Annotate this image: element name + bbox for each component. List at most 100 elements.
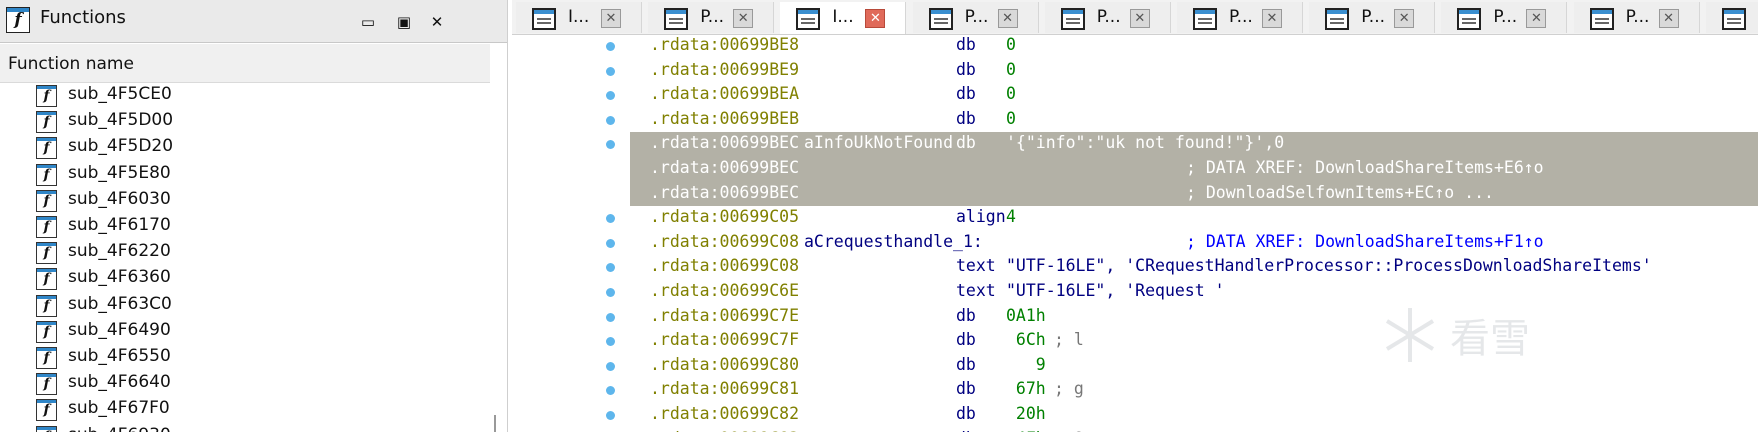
disassembly-line[interactable]: .rdata:00699BEC ; DATA XREF: DownloadShar… [630,158,1758,182]
function-window-icon: f [6,7,30,33]
function-name: sub_4F6930 [68,425,171,432]
disassembly-line[interactable]: .rdata:00699C08 text "UTF-16LE", 'CRequest… [630,256,1758,280]
line-operand: 20h [1006,404,1046,423]
functions-title: Functions [40,7,126,28]
tab-label: P... [1229,7,1253,27]
line-operand: "UTF-16LE", 'Request ' [1006,281,1225,300]
breakpoint-dot-icon[interactable] [606,312,615,322]
disassembly-line[interactable]: .rdata:00699BE9 db 0 [630,60,1758,84]
tab-label: I... [568,7,590,27]
minimize-button[interactable]: ▭ [357,12,379,32]
breakpoint-dot-icon[interactable] [606,66,615,76]
view-tab[interactable]: P... ✕ [1177,2,1303,33]
watermark-text: 看雪 [1450,316,1530,362]
view-tab[interactable]: I... ✕ [516,2,642,33]
line-address: .rdata:00699C08 [650,231,800,251]
function-list-item[interactable]: f sub_4F6930 [0,424,490,432]
disassembly-line[interactable]: .rdata:00699C6E text "UTF-16LE", 'Request … [630,281,1758,305]
disassembly-line[interactable]: .rdata:00699BEC ; DownloadSelfownItems+EC… [630,183,1758,207]
line-label: aCrequesthandle_1: [804,231,983,251]
view-tab[interactable]: P...✕ [1441,2,1568,33]
line-address: .rdata:00699BEC [650,182,800,202]
disassembly-line[interactable]: .rdata:00699C83 db 4Fh ; O [630,429,1758,432]
view-tab[interactable]: P...✕ [1705,2,1758,33]
function-list-item[interactable]: f sub_4F5E80 [0,162,490,187]
view-icon [532,8,556,30]
tab-close-icon[interactable]: ✕ [1394,9,1415,28]
tab-close-icon[interactable]: ✕ [1129,9,1150,28]
view-tab[interactable]: P...✕ [648,2,775,33]
functions-window: f Functions ▭ ▣ ✕ Function name f sub_4F5… [0,0,508,432]
view-tab[interactable]: P...✕ [1309,2,1436,33]
disassembly-line[interactable]: .rdata:00699C08 aCrequesthandle_1: ; DATA … [630,232,1758,256]
line-address: .rdata:00699C80 [650,354,800,374]
disassembly-line[interactable]: .rdata:00699C7E db 0A1h [630,306,1758,330]
breakpoint-dot-icon[interactable] [606,337,615,347]
function-list-item[interactable]: f sub_4F6490 [0,319,490,344]
line-mnemonic: db [956,133,976,153]
disassembly-line[interactable]: .rdata:00699C05 align 4 [630,207,1758,231]
line-address: .rdata:00699BEC [650,158,800,177]
tab-close-icon[interactable]: ✕ [733,9,754,28]
function-icon: f [36,373,57,396]
breakpoint-dot-icon[interactable] [606,140,615,150]
disassembly-line[interactable]: .rdata:00699BEB db 0 [630,109,1758,133]
view-tab[interactable]: P...✕ [1044,2,1171,33]
breakpoint-dot-icon[interactable] [606,361,615,371]
function-list-item[interactable]: f sub_4F5D00 [0,109,490,134]
disassembly-line[interactable]: .rdata:00699BEC aInfoUkNotFound db '{"info"… [630,133,1758,157]
restore-button[interactable]: ▣ [393,12,415,32]
disassembly-line[interactable]: .rdata:00699C7F db 6Ch ; l [630,330,1758,354]
close-button[interactable]: ✕ [426,12,448,32]
tab-close-icon[interactable]: ✕ [1658,9,1679,28]
line-comment: ; DownloadSelfownItems+EC↑o ... [1186,182,1494,202]
breakpoint-dot-icon[interactable] [606,115,615,125]
line-operand: 0A1h [1006,305,1046,325]
tab-close-icon[interactable]: ✕ [1262,9,1282,28]
function-name: sub_4F5D00 [68,110,174,131]
tab-close-icon[interactable]: ✕ [601,9,621,28]
function-name-column-header[interactable]: Function name [0,44,490,83]
disassembly-line[interactable]: .rdata:00699BE8 db 0 [630,35,1758,59]
functions-titlebar[interactable]: f Functions ▭ ▣ ✕ [0,0,507,43]
function-list-item[interactable]: f sub_4F6360 [0,266,490,291]
function-list-item[interactable]: f sub_4F6640 [0,371,490,396]
view-tab[interactable]: P...✕ [1573,2,1700,33]
disassembly-view[interactable]: .rdata:00699BE8 db 0 .rdata:00699BE9 db 0 .rda… [630,35,1758,432]
function-name: sub_4F5E80 [68,162,171,183]
function-name: sub_4F6360 [68,267,171,288]
line-mnemonic: db [956,429,976,432]
function-list-item[interactable]: f sub_4F63C0 [0,293,490,318]
line-mnemonic: text [956,281,996,300]
breakpoint-dot-icon[interactable] [606,263,615,273]
function-icon: f [36,111,57,134]
function-list-item[interactable]: f sub_4F5CE0 [0,83,490,108]
disassembly-line[interactable]: .rdata:00699C80 db 9 [630,355,1758,379]
function-list-item[interactable]: f sub_4F5D20 [0,135,490,160]
line-mnemonic: align [956,207,1006,227]
line-operand: '{"info":"uk not found!"}',0 [1006,133,1285,153]
function-list-item[interactable]: f sub_4F67F0 [0,397,490,422]
breakpoint-dot-icon[interactable] [606,214,615,224]
line-address: .rdata:00699BEB [650,108,800,128]
function-list-item[interactable]: f sub_4F6220 [0,240,490,265]
tab-close-icon[interactable]: ✕ [865,9,886,28]
breakpoint-dot-icon[interactable] [606,386,615,396]
function-list-item[interactable]: f sub_4F6170 [0,214,490,239]
view-tab[interactable]: I... ✕ [780,2,907,34]
breakpoint-dot-icon[interactable] [606,411,615,420]
disassembly-line[interactable]: .rdata:00699C82 db 20h [630,404,1758,428]
breakpoint-dot-icon[interactable] [606,238,615,248]
disassembly-line[interactable]: .rdata:00699C81 db 67h ; g [630,379,1758,403]
breakpoint-dot-icon[interactable] [606,91,615,101]
tab-close-icon[interactable]: ✕ [997,9,1018,28]
breakpoint-dot-icon[interactable] [606,42,615,51]
disassembly-line[interactable]: .rdata:00699BEA db 0 [630,84,1758,108]
function-icon: f [36,320,57,343]
breakpoint-dot-icon[interactable] [606,288,615,297]
function-list-item[interactable]: f sub_4F6030 [0,188,490,213]
tab-close-icon[interactable]: ✕ [1526,9,1547,28]
view-tab[interactable]: P...✕ [912,2,1039,33]
function-list-item[interactable]: f sub_4F6550 [0,345,490,370]
functions-scrollbar[interactable] [494,415,496,432]
